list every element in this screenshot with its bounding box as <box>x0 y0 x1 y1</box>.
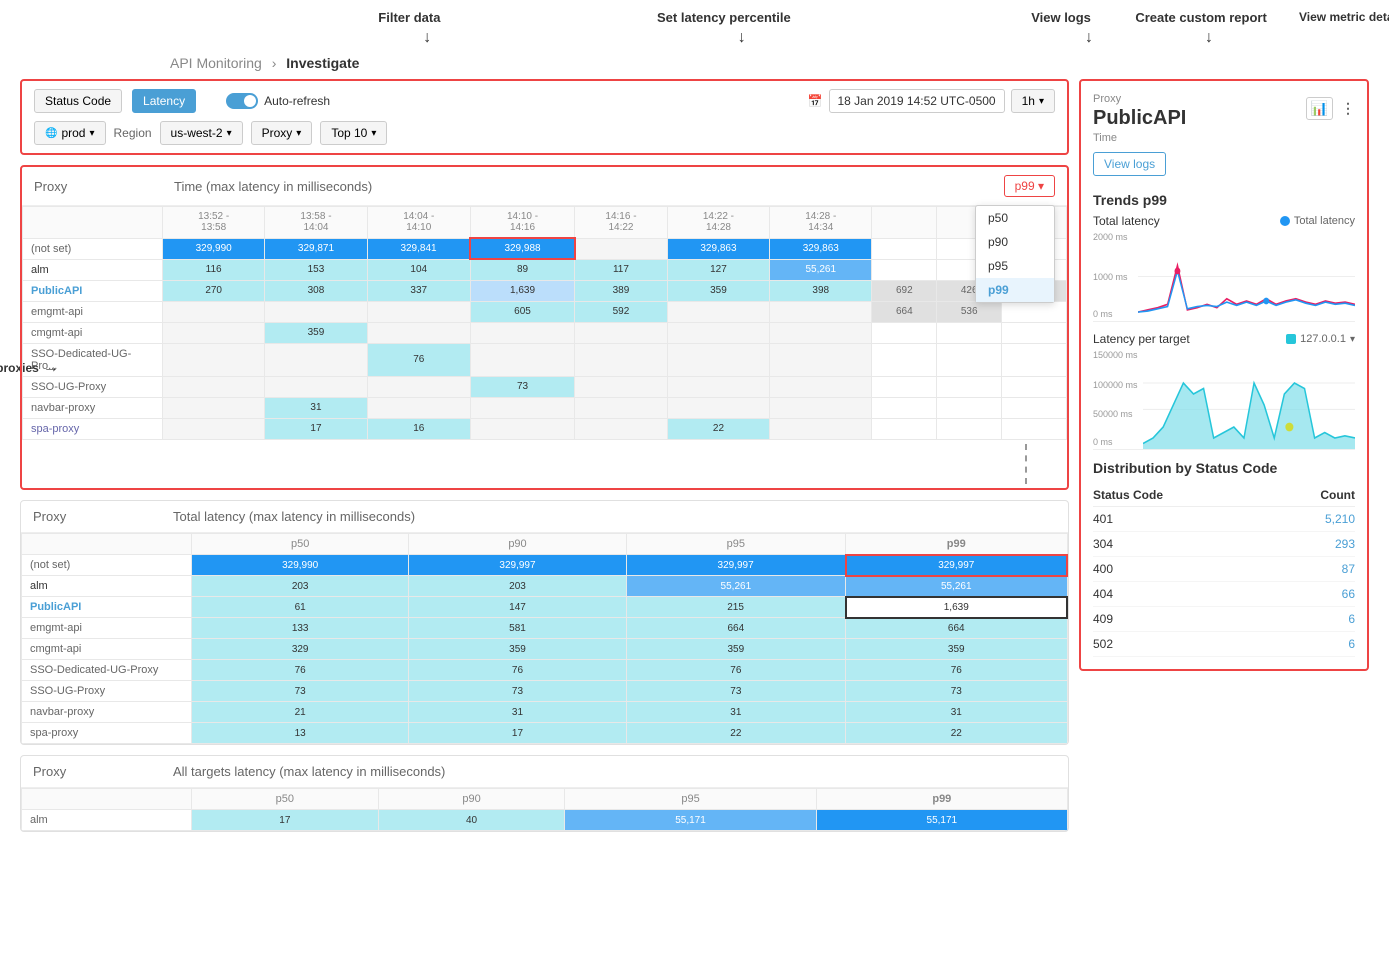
table-row: navbar-proxy 21 31 31 31 <box>22 702 1068 723</box>
p95-option[interactable]: p95 <box>976 254 1054 278</box>
filter-bar: Status Code Latency Auto-refresh 📅 18 Ja… <box>20 79 1069 155</box>
dist-col-status: Status Code <box>1093 484 1268 507</box>
top10-filter[interactable]: Top 10 <box>320 121 387 145</box>
dist-col-count: Count <box>1268 484 1355 507</box>
total-latency-section: Proxy Total latency (max latency in mill… <box>20 500 1069 746</box>
targets-latency-section: Proxy All targets latency (max latency i… <box>20 755 1069 832</box>
table-row: (not set) 329,990 329,871 329,841 329,98… <box>23 238 1067 259</box>
table-row: navbar-proxy 31 <box>23 397 1067 418</box>
p99-option[interactable]: p99 <box>976 278 1054 302</box>
table-row: PublicAPI 61 147 215 1,639 <box>22 597 1068 618</box>
auto-refresh-toggle[interactable] <box>226 93 258 109</box>
p90-option[interactable]: p90 <box>976 230 1054 254</box>
region-label: Region <box>114 126 152 140</box>
view-logs-annotation: View logs <box>1031 10 1091 25</box>
right-time-label: Time <box>1093 132 1186 144</box>
date-display[interactable]: 18 Jan 2019 14:52 UTC-0500 <box>829 89 1005 113</box>
total-latency-legend: Total latency <box>1294 215 1355 227</box>
table-row: PublicAPI 270 308 337 1,639 389 359 398 … <box>23 280 1067 301</box>
create-custom-annotation: Create custom report <box>1135 10 1266 25</box>
table-row: SSO-UG-Proxy 73 73 73 73 <box>22 681 1068 702</box>
dist-row-401: 401 5,210 <box>1093 507 1355 532</box>
dist-row-400: 400 87 <box>1093 557 1355 582</box>
dist-row-409: 409 6 <box>1093 607 1355 632</box>
table-row: (not set) 329,990 329,997 329,997 329,99… <box>22 555 1068 576</box>
table-row: alm 116 153 104 89 117 127 55,261 <box>23 259 1067 280</box>
latency-per-target-chart: 150000 ms 100000 ms 50000 ms 0 ms <box>1093 350 1355 450</box>
right-panel: Proxy PublicAPI Time 📊 ⋮ View logs View … <box>1079 79 1369 671</box>
targets-table-subtitle: All targets latency (max latency in mill… <box>173 764 445 779</box>
percentile-dropdown: p50 p90 p95 p99 <box>975 205 1055 303</box>
view-logs-button[interactable]: View logs <box>1093 152 1166 176</box>
p50-option[interactable]: p50 <box>976 206 1054 230</box>
time-range-btn[interactable]: 1h <box>1011 89 1055 113</box>
dist-row-404: 404 66 <box>1093 582 1355 607</box>
dist-row-304: 304 293 <box>1093 532 1355 557</box>
more-options-icon[interactable]: ⋮ <box>1341 100 1355 117</box>
set-latency-annotation: Set latency percentile <box>657 10 791 25</box>
table-row: cmgmt-api 329 359 359 359 <box>22 639 1068 660</box>
table-row: SSO-Dedicated-UG-Pro... 76 <box>23 343 1067 376</box>
latency-tab[interactable]: Latency <box>132 89 196 113</box>
status-code-tab[interactable]: Status Code <box>34 89 122 113</box>
table-row: emgmt-api 133 581 664 664 <box>22 618 1068 639</box>
targets-table-proxy-col: Proxy <box>33 764 173 779</box>
breadcrumb: API Monitoring › Investigate <box>10 51 1379 79</box>
region-filter[interactable]: us-west-2 <box>160 121 243 145</box>
right-proxy-label: Proxy <box>1093 93 1186 105</box>
table-row: spa-proxy 17 16 22 <box>23 418 1067 439</box>
total-table-subtitle: Total latency (max latency in millisecon… <box>173 509 415 524</box>
table-row: emgmt-api 605 592 664 536 <box>23 301 1067 322</box>
auto-refresh-label: Auto-refresh <box>264 94 330 108</box>
table-row: cmgmt-api 359 <box>23 322 1067 343</box>
view-metric-annotation: View metric details <box>1299 10 1389 24</box>
trends-title: Trends p99 <box>1093 192 1355 208</box>
proxy-filter[interactable]: Proxy <box>251 121 313 145</box>
time-table-subtitle: Time (max latency in milliseconds) <box>174 179 372 194</box>
distribution-title: Distribution by Status Code <box>1093 460 1355 476</box>
env-filter[interactable]: 🌐prod <box>34 121 106 145</box>
total-latency-chart: 2000 ms 1000 ms 0 ms <box>1093 232 1355 322</box>
latency-per-target-legend: 127.0.0.1 <box>1300 333 1346 345</box>
table-row: SSO-UG-Proxy 73 <box>23 376 1067 397</box>
time-table-section: Proxy Time (max latency in milliseconds)… <box>20 165 1069 490</box>
total-table-proxy-col: Proxy <box>33 509 173 524</box>
right-proxy-name: PublicAPI <box>1093 107 1186 130</box>
latency-per-target-label: Latency per target <box>1093 332 1190 346</box>
table-row: SSO-Dedicated-UG-Proxy 76 76 76 76 <box>22 660 1068 681</box>
percentile-selector[interactable]: p99 ▾ <box>1004 175 1055 197</box>
filter-data-annotation: Filter data <box>378 10 440 25</box>
dist-row-502: 502 6 <box>1093 632 1355 657</box>
total-latency-label: Total latency <box>1093 214 1160 228</box>
time-table-proxy-col: Proxy <box>34 179 174 194</box>
table-row: spa-proxy 13 17 22 22 <box>22 723 1068 744</box>
table-row: alm 203 203 55,261 55,261 <box>22 576 1068 597</box>
chart-icon[interactable]: 📊 <box>1306 97 1333 120</box>
table-row: alm 17 40 55,171 55,171 <box>22 810 1068 831</box>
